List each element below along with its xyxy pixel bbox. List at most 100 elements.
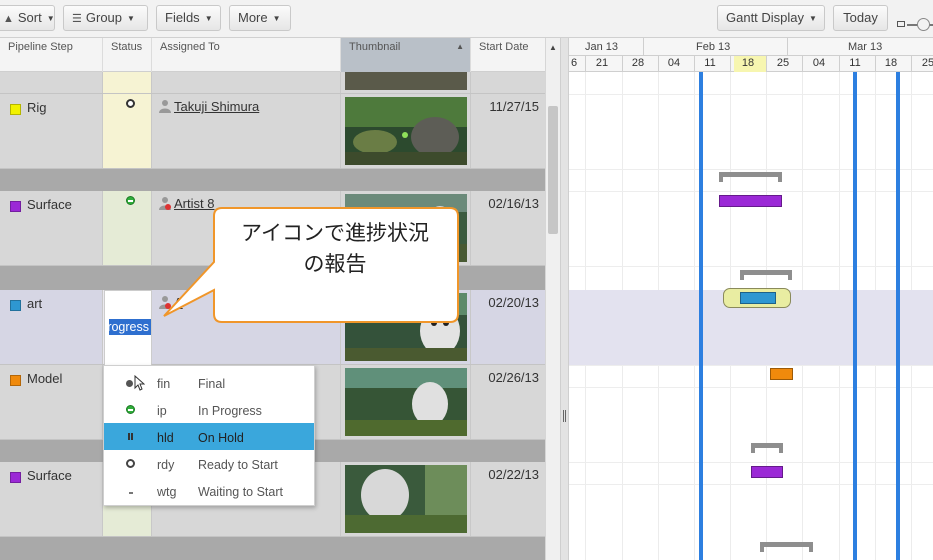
- column-header-pipeline-step[interactable]: Pipeline Step: [0, 38, 103, 72]
- milestone-line[interactable]: [853, 72, 857, 560]
- thumbnail-image[interactable]: [345, 368, 467, 436]
- thumbnail-cell[interactable]: [341, 462, 471, 536]
- status-cell[interactable]: [103, 94, 152, 168]
- pipeline-step-label: Surface: [27, 468, 72, 483]
- status-option-wtg[interactable]: wtg Waiting to Start: [104, 477, 314, 504]
- sort-ascending-icon: ▲: [456, 42, 464, 51]
- today-button[interactable]: Today: [833, 5, 888, 31]
- user-icon: [159, 100, 171, 113]
- toolbar: ▲ Sort ▼ ☰ Group ▼ Fields ▼ More ▼ Gantt Displ…: [0, 0, 933, 38]
- start-date-value: 02/26/13: [488, 370, 539, 385]
- sort-icon: ▲: [3, 13, 14, 25]
- month-label: Mar 13: [848, 41, 883, 53]
- assigned-to-cell[interactable]: Takuji Shimura: [152, 94, 341, 168]
- group-separator: [0, 537, 545, 560]
- gantt-summary-bar[interactable]: [719, 172, 782, 182]
- scroll-up-icon[interactable]: ▲: [549, 43, 557, 52]
- status-option-ip[interactable]: ip In Progress: [104, 396, 314, 423]
- start-date-value: 02/16/13: [488, 196, 539, 211]
- status-option-rdy[interactable]: rdy Ready to Start: [104, 450, 314, 477]
- milestone-line[interactable]: [896, 72, 900, 560]
- start-date-cell[interactable]: 02/16/13: [471, 191, 545, 265]
- thumbnail-cell[interactable]: [341, 94, 471, 168]
- group-button[interactable]: ☰ Group ▼: [63, 5, 148, 31]
- month-label: Jan 13: [585, 41, 619, 53]
- milestone-line[interactable]: [699, 72, 703, 560]
- gantt-summary-bar[interactable]: [751, 443, 783, 453]
- ready-circle-icon: [126, 99, 135, 108]
- fields-button[interactable]: Fields ▼: [156, 5, 221, 31]
- in-progress-icon: [126, 405, 135, 414]
- day-label: 04: [667, 57, 681, 69]
- table-row[interactable]: Rig Takuji Shimura 11/27/15: [0, 94, 545, 169]
- zoom-icon: [897, 21, 905, 27]
- gantt-task-bar[interactable]: [751, 466, 783, 478]
- callout-line-1: アイコンで進捗状況: [241, 221, 429, 245]
- column-header-label: Start Date: [479, 41, 529, 53]
- sort-button[interactable]: ▲ Sort ▼: [0, 5, 55, 31]
- start-date-cell[interactable]: 02/26/13: [471, 365, 545, 439]
- pipeline-step-label: Rig: [27, 100, 47, 115]
- gantt-display-button[interactable]: Gantt Display ▼: [717, 5, 825, 31]
- pipeline-step-cell[interactable]: Surface: [0, 462, 103, 536]
- group-separator: [0, 169, 545, 191]
- column-header-start-date[interactable]: Start Date: [471, 38, 545, 72]
- sort-label: Sort: [17, 10, 42, 25]
- table-row[interactable]: [0, 72, 545, 94]
- status-editor[interactable]: In Progress: [104, 290, 152, 366]
- zoom-slider-handle[interactable]: [917, 18, 930, 31]
- pipeline-step-cell[interactable]: Rig: [0, 94, 103, 168]
- dash-icon: [129, 492, 133, 494]
- status-option-name: On Hold: [198, 431, 244, 445]
- chevron-down-icon: ▼: [809, 14, 817, 23]
- pipeline-step-label: Surface: [27, 197, 72, 212]
- more-button[interactable]: More ▼: [229, 5, 291, 31]
- month-label: Feb 13: [696, 41, 731, 53]
- splitter-grip-icon[interactable]: [563, 410, 566, 422]
- thumbnail-image[interactable]: [345, 72, 467, 90]
- fields-label: Fields: [165, 10, 200, 25]
- pipeline-step-cell[interactable]: art: [0, 290, 103, 364]
- gantt-summary-bar[interactable]: [740, 270, 792, 280]
- day-label: 25: [921, 57, 933, 69]
- pipeline-step-cell[interactable]: Surface: [0, 191, 103, 265]
- ready-circle-icon: [126, 459, 135, 468]
- pipeline-step-cell[interactable]: Model: [0, 365, 103, 439]
- assignee-link[interactable]: Takuji Shimura: [174, 99, 259, 114]
- start-date-cell[interactable]: 02/20/13: [471, 290, 545, 364]
- start-date-cell[interactable]: 11/27/15: [471, 94, 545, 168]
- status-cell[interactable]: [103, 191, 152, 265]
- column-header-label: Assigned To: [160, 41, 220, 53]
- status-option-hld[interactable]: hld On Hold: [104, 423, 314, 450]
- more-label: More: [238, 10, 268, 25]
- gantt-display-label: Gantt Display: [726, 10, 805, 25]
- thumbnail-image[interactable]: [345, 465, 467, 533]
- column-header-thumbnail[interactable]: Thumbnail ▲: [341, 38, 471, 72]
- day-label: 11: [704, 57, 716, 69]
- status-editor-input[interactable]: In Progress: [109, 319, 151, 335]
- day-label: 21: [595, 57, 609, 69]
- scrollbar-thumb[interactable]: [548, 106, 558, 234]
- callout-line-2: の報告: [303, 252, 367, 276]
- day-label: 25: [776, 57, 790, 69]
- column-header-label: Thumbnail: [349, 41, 401, 53]
- gantt-task-bar[interactable]: [740, 292, 776, 304]
- thumbnail-cell[interactable]: [341, 365, 471, 439]
- group-label: Group: [85, 10, 123, 25]
- gantt-task-bar[interactable]: [770, 368, 793, 380]
- chevron-down-icon: ▼: [127, 14, 135, 23]
- column-header-status[interactable]: Status: [103, 38, 152, 72]
- status-option-code: wtg: [157, 485, 177, 499]
- day-label: 6: [570, 57, 578, 69]
- day-label-highlighted: 18: [741, 57, 755, 69]
- vertical-scrollbar[interactable]: ▲: [545, 38, 560, 560]
- callout-text: アイコンで進捗状況 の報告: [210, 218, 460, 280]
- status-option-code: fin: [157, 377, 171, 391]
- thumbnail-image[interactable]: [345, 97, 467, 165]
- gantt-task-bar[interactable]: [719, 195, 782, 207]
- day-label: 04: [812, 57, 826, 69]
- gantt-summary-bar[interactable]: [760, 542, 813, 552]
- pane-splitter[interactable]: [560, 38, 569, 560]
- column-header-assigned-to[interactable]: Assigned To: [152, 38, 341, 72]
- start-date-cell[interactable]: 02/22/13: [471, 462, 545, 536]
